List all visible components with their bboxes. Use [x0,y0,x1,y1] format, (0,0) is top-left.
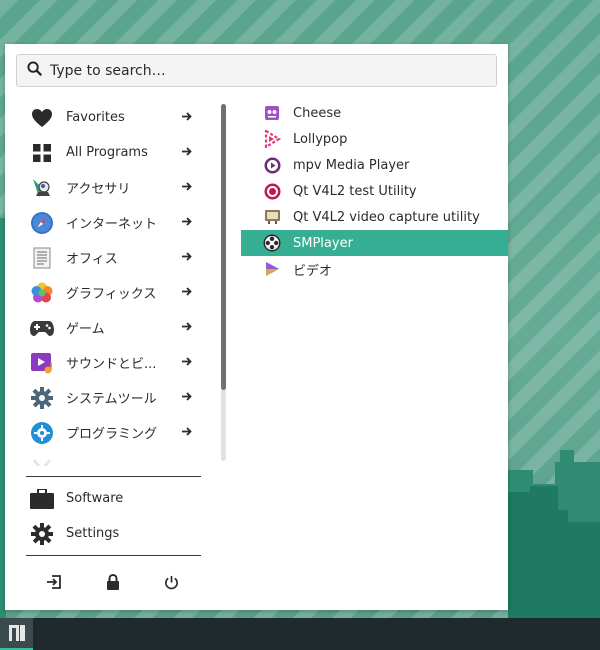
arrow-right-icon [181,391,192,406]
app-item-smplayer[interactable]: SMPlayer [241,230,508,256]
logout-button[interactable] [44,572,64,592]
session-controls [26,568,202,596]
category-label: グラフィックス [66,287,157,302]
category-office[interactable]: オフィス [26,240,202,275]
arrow-right-icon [181,111,192,126]
tv-icon [263,208,281,226]
compass-icon [30,211,54,235]
settings-button[interactable]: Settings [26,516,202,551]
system-gear-icon [30,386,54,410]
software-label: Software [66,491,124,506]
category-graphics[interactable]: グラフィックス [26,275,202,310]
scrollbar-thumb[interactable] [221,104,226,390]
category-label: サウンドとビ... [66,357,157,372]
category-label: システムツール [66,392,157,407]
power-icon [164,575,178,589]
category-label: オフィス [66,252,118,267]
category-scrollbar[interactable] [221,104,226,461]
search-box[interactable] [16,54,497,87]
manjaro-logo-icon [8,625,25,641]
start-menu-button[interactable] [0,618,33,650]
category-label: ゲーム [66,322,105,337]
briefcase-icon [30,487,54,511]
category-accessories[interactable]: アクセサリ [26,170,202,205]
arrow-right-icon [181,216,192,231]
app-item-lollypop[interactable]: Lollypop [241,126,508,152]
qv4l2-icon [263,182,281,200]
divider [26,555,201,556]
arrow-right-icon [181,251,192,266]
app-label: Qt V4L2 test Utility [293,183,417,199]
category-system-tools[interactable]: システムツール [26,380,202,415]
settings-label: Settings [66,526,120,541]
app-label: ビデオ [293,263,333,279]
heart-icon [30,106,54,130]
gamepad-icon [30,316,54,340]
application-menu: Favorites All Programs アクセサリ インターネット [5,44,508,610]
arrow-right-icon [181,321,192,336]
gear-icon [30,522,54,546]
app-item-cheese[interactable]: Cheese [241,100,508,126]
graphics-icon [30,281,54,305]
lock-icon [107,574,119,590]
cheese-icon [263,104,281,122]
multimedia-icon [30,351,54,375]
app-item-qv4l2-capture[interactable]: Qt V4L2 video capture utility [241,204,508,230]
app-label: mpv Media Player [293,157,410,173]
programming-icon [30,421,54,445]
mpv-icon [263,156,281,174]
logout-icon [47,575,61,589]
category-label: アクセサリ [66,182,131,197]
arrow-right-icon [181,146,192,161]
arrow-right-icon [181,181,192,196]
category-sound-video[interactable]: サウンドとビ... [26,345,202,380]
app-item-mpv[interactable]: mpv Media Player [241,152,508,178]
category-label: Favorites [66,110,125,125]
lock-button[interactable] [103,572,123,592]
arrow-right-icon [181,286,192,301]
category-label: インターネット [66,217,158,232]
film-reel-icon [263,234,281,252]
video-play-icon [263,260,281,278]
grid-icon [30,141,54,165]
app-label: Qt V4L2 video capture utility [293,209,480,225]
category-internet[interactable]: インターネット [26,205,202,240]
app-label: Lollypop [293,131,348,147]
power-button[interactable] [161,572,181,592]
category-all-programs[interactable]: All Programs [26,135,202,170]
lollypop-icon [263,130,281,148]
app-item-video[interactable]: ビデオ [241,256,508,282]
category-games[interactable]: ゲーム [26,310,202,345]
category-label: All Programs [66,145,148,160]
category-icon [30,456,54,466]
category-partially-hidden [26,450,202,466]
category-favorites[interactable]: Favorites [26,100,202,135]
search-icon [27,61,42,80]
search-input[interactable] [50,62,480,79]
taskbar [0,618,600,650]
software-button[interactable]: Software [26,481,202,516]
arrow-right-icon [181,356,192,371]
category-list: Favorites All Programs アクセサリ インターネット オフィ… [26,100,202,466]
application-list: Cheese Lollypop mpv Media Player Qt V4L2… [241,100,508,282]
document-icon [30,246,54,270]
app-label: SMPlayer [293,235,353,251]
app-label: Cheese [293,105,342,121]
arrow-right-icon [181,426,192,441]
category-label: プログラミング [66,427,158,442]
accessories-icon [30,176,54,200]
app-item-qv4l2-test[interactable]: Qt V4L2 test Utility [241,178,508,204]
category-programming[interactable]: プログラミング [26,415,202,450]
divider [26,476,201,477]
